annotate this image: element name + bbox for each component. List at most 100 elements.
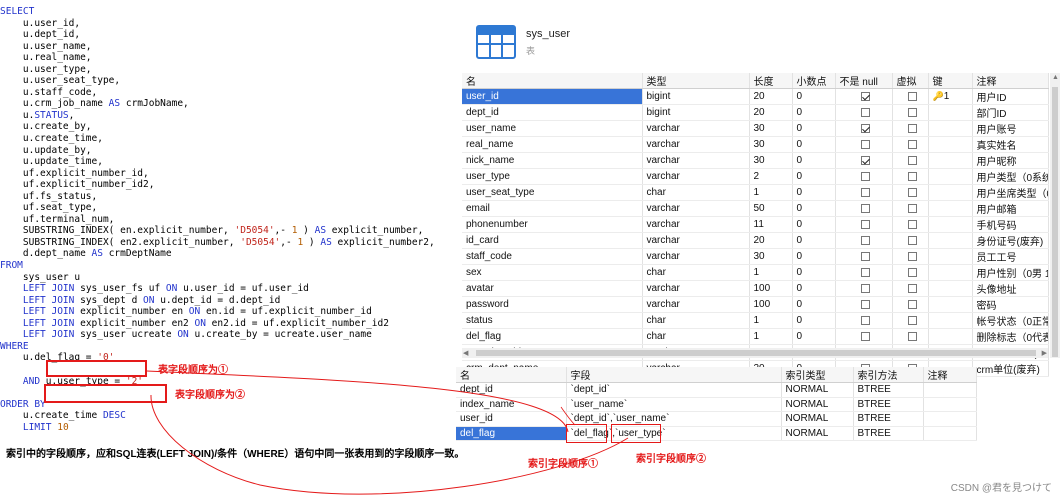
virtual-checkbox[interactable] bbox=[907, 187, 917, 197]
field-length-cell[interactable]: 20 bbox=[749, 232, 793, 249]
field-name-cell[interactable]: staff_code bbox=[462, 248, 643, 265]
virtual-checkbox[interactable] bbox=[907, 139, 917, 149]
not-null-cell[interactable] bbox=[835, 296, 893, 313]
field-row[interactable]: email varchar 50 0 用户邮箱 bbox=[462, 200, 1049, 217]
key-cell[interactable]: 🔑1 bbox=[928, 88, 973, 105]
virtual-cell[interactable] bbox=[892, 280, 929, 297]
key-cell[interactable] bbox=[928, 152, 973, 169]
index-name-cell[interactable]: user_id bbox=[456, 411, 567, 427]
field-type-cell[interactable]: varchar bbox=[642, 296, 750, 313]
vertical-scroll-thumb[interactable] bbox=[1052, 87, 1058, 357]
field-length-cell[interactable]: 2 bbox=[749, 168, 793, 185]
field-length-cell[interactable]: 30 bbox=[749, 152, 793, 169]
virtual-checkbox[interactable] bbox=[907, 299, 917, 309]
key-cell[interactable] bbox=[928, 136, 973, 153]
not-null-cell[interactable] bbox=[835, 184, 893, 201]
virtual-cell[interactable] bbox=[892, 152, 929, 169]
field-decimal-cell[interactable]: 0 bbox=[792, 248, 836, 265]
index-name-cell[interactable]: index_name bbox=[456, 397, 567, 413]
scroll-up-icon[interactable]: ▲ bbox=[1052, 74, 1059, 81]
field-type-cell[interactable]: varchar bbox=[642, 168, 750, 185]
not-null-checkbox[interactable] bbox=[861, 251, 870, 261]
virtual-cell[interactable] bbox=[892, 168, 929, 185]
field-row[interactable]: real_name varchar 30 0 真实姓名 bbox=[462, 136, 1049, 153]
field-name-cell[interactable]: id_card bbox=[462, 232, 643, 249]
index-column-header[interactable]: 索引类型 bbox=[781, 367, 854, 383]
fields-column-header[interactable]: 虚拟 bbox=[892, 73, 929, 89]
field-row[interactable]: sex char 1 0 用户性别（0男 1 bbox=[462, 264, 1049, 281]
field-comment-cell[interactable]: 帐号状态（0正常 bbox=[972, 312, 1049, 329]
field-length-cell[interactable]: 30 bbox=[749, 136, 793, 153]
index-column-header[interactable]: 字段 bbox=[566, 367, 782, 383]
field-length-cell[interactable]: 20 bbox=[749, 104, 793, 121]
field-row[interactable]: status char 1 0 帐号状态（0正常 bbox=[462, 312, 1049, 329]
field-comment-cell[interactable]: 用户账号 bbox=[972, 120, 1049, 137]
field-name-cell[interactable]: status bbox=[462, 312, 643, 329]
not-null-checkbox[interactable] bbox=[861, 315, 870, 325]
not-null-cell[interactable] bbox=[835, 248, 893, 265]
field-name-cell[interactable]: password bbox=[462, 296, 643, 313]
virtual-checkbox[interactable] bbox=[907, 123, 917, 133]
field-length-cell[interactable]: 1 bbox=[749, 312, 793, 329]
field-row[interactable]: user_type varchar 2 0 用户类型（0系统 bbox=[462, 168, 1049, 185]
field-row[interactable]: phonenumber varchar 11 0 手机号码 bbox=[462, 216, 1049, 233]
field-length-cell[interactable]: 1 bbox=[749, 184, 793, 201]
virtual-checkbox[interactable] bbox=[907, 331, 917, 341]
key-cell[interactable] bbox=[928, 264, 973, 281]
field-decimal-cell[interactable]: 0 bbox=[792, 184, 836, 201]
field-comment-cell[interactable]: crm单位(废弃) bbox=[972, 360, 1049, 377]
field-length-cell[interactable]: 100 bbox=[749, 280, 793, 297]
virtual-checkbox[interactable] bbox=[907, 267, 917, 277]
field-length-cell[interactable]: 30 bbox=[749, 120, 793, 137]
field-row[interactable]: staff_code varchar 30 0 员工工号 bbox=[462, 248, 1049, 265]
scroll-left-icon[interactable]: ◀ bbox=[463, 349, 468, 357]
index-row[interactable]: index_name `user_name` NORMAL BTREE bbox=[456, 397, 977, 413]
virtual-checkbox[interactable] bbox=[907, 251, 917, 261]
field-row[interactable]: id_card varchar 20 0 身份证号(废弃) bbox=[462, 232, 1049, 249]
field-comment-cell[interactable]: 用户性别（0男 1 bbox=[972, 264, 1049, 281]
field-name-cell[interactable]: phonenumber bbox=[462, 216, 643, 233]
virtual-checkbox[interactable] bbox=[907, 203, 917, 213]
field-decimal-cell[interactable]: 0 bbox=[792, 296, 836, 313]
not-null-checkbox[interactable] bbox=[861, 155, 870, 165]
field-type-cell[interactable]: varchar bbox=[642, 216, 750, 233]
index-comment-cell[interactable] bbox=[923, 426, 977, 442]
field-type-cell[interactable]: varchar bbox=[642, 248, 750, 265]
field-decimal-cell[interactable]: 0 bbox=[792, 328, 836, 345]
virtual-cell[interactable] bbox=[892, 136, 929, 153]
virtual-checkbox[interactable] bbox=[907, 315, 917, 325]
field-comment-cell[interactable]: 头像地址 bbox=[972, 280, 1049, 297]
not-null-checkbox[interactable] bbox=[861, 91, 870, 101]
field-type-cell[interactable]: char bbox=[642, 264, 750, 281]
field-name-cell[interactable]: del_flag bbox=[462, 328, 643, 345]
field-row[interactable]: avatar varchar 100 0 头像地址 bbox=[462, 280, 1049, 297]
not-null-checkbox[interactable] bbox=[861, 331, 870, 341]
virtual-cell[interactable] bbox=[892, 264, 929, 281]
key-cell[interactable] bbox=[928, 280, 973, 297]
fields-column-header[interactable]: 不是 null bbox=[835, 73, 893, 89]
index-name-cell[interactable]: dept_id bbox=[456, 382, 567, 398]
field-decimal-cell[interactable]: 0 bbox=[792, 232, 836, 249]
field-decimal-cell[interactable]: 0 bbox=[792, 168, 836, 185]
index-comment-cell[interactable] bbox=[923, 397, 977, 413]
not-null-checkbox[interactable] bbox=[861, 187, 870, 197]
field-decimal-cell[interactable]: 0 bbox=[792, 104, 836, 121]
virtual-cell[interactable] bbox=[892, 248, 929, 265]
sql-editor[interactable]: SELECT u.user_id, u.dept_id, u.user_name… bbox=[0, 0, 450, 500]
field-decimal-cell[interactable]: 0 bbox=[792, 120, 836, 137]
field-decimal-cell[interactable]: 0 bbox=[792, 88, 836, 105]
key-cell[interactable] bbox=[928, 216, 973, 233]
field-row[interactable]: user_name varchar 30 0 用户账号 bbox=[462, 120, 1049, 137]
virtual-checkbox[interactable] bbox=[907, 91, 917, 101]
field-name-cell[interactable]: nick_name bbox=[462, 152, 643, 169]
not-null-cell[interactable] bbox=[835, 200, 893, 217]
key-cell[interactable] bbox=[928, 312, 973, 329]
virtual-checkbox[interactable] bbox=[907, 171, 917, 181]
field-comment-cell[interactable]: 部门ID bbox=[972, 104, 1049, 121]
index-type-cell[interactable]: NORMAL bbox=[781, 426, 854, 442]
field-decimal-cell[interactable]: 0 bbox=[792, 136, 836, 153]
field-name-cell[interactable]: user_seat_type bbox=[462, 184, 643, 201]
key-cell[interactable] bbox=[928, 104, 973, 121]
field-name-cell[interactable]: avatar bbox=[462, 280, 643, 297]
fields-column-header[interactable]: 注释 bbox=[972, 73, 1049, 89]
